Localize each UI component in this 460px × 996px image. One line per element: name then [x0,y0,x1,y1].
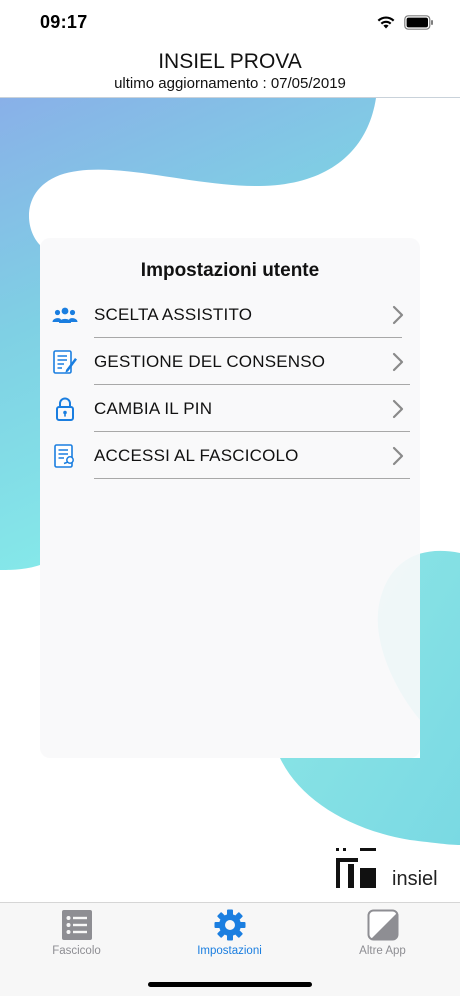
settings-card: Impostazioni utente SCELTA ASSISTITO GES… [40,238,420,758]
tab-impostazioni[interactable]: Impostazioni [153,909,306,965]
tab-label: Altre App [359,945,406,957]
tab-label: Fascicolo [52,945,101,957]
tab-fascicolo[interactable]: Fascicolo [0,909,153,965]
home-indicator [148,982,312,987]
chevron-right-icon [392,305,404,325]
status-icons [376,14,434,30]
chevron-right-icon [392,352,404,372]
people-icon [52,302,78,328]
menu-item-label: ACCESSI AL FASCICOLO [94,446,299,465]
document-access-icon [52,443,78,469]
gear-icon [214,909,245,941]
lock-icon [52,396,78,422]
tab-altre-app[interactable]: Altre App [306,909,459,965]
header: INSIEL PROVA ultimo aggiornamento : 07/0… [0,44,460,98]
document-edit-icon [52,349,78,375]
last-update-label: ultimo aggiornamento : 07/05/2019 [114,75,346,92]
status-bar: 09:17 [0,0,460,44]
divider [94,478,410,479]
tab-label: Impostazioni [197,945,262,957]
settings-menu: SCELTA ASSISTITO GESTIONE DEL CONSENSO C… [40,291,420,479]
apps-icon [367,909,398,941]
chevron-right-icon [392,399,404,419]
status-time: 09:17 [40,11,88,32]
menu-item-gestione-consenso[interactable]: GESTIONE DEL CONSENSO [40,338,420,385]
settings-title: Impostazioni utente [140,260,320,281]
menu-item-accessi-fascicolo[interactable]: ACCESSI AL FASCICOLO [40,432,420,479]
app-title: INSIEL PROVA [158,50,302,73]
insiel-logo-mark [336,848,376,888]
list-icon [61,910,92,940]
insiel-logo: insiel [336,846,446,892]
insiel-logo-text: insiel [392,868,438,890]
battery-icon [404,14,433,30]
menu-item-label: SCELTA ASSISTITO [94,305,253,324]
menu-item-label: CAMBIA IL PIN [94,399,213,418]
chevron-right-icon [392,446,404,466]
menu-item-label: GESTIONE DEL CONSENSO [94,352,326,371]
wifi-icon [377,15,395,28]
menu-item-scelta-assistito[interactable]: SCELTA ASSISTITO [40,291,420,338]
menu-item-cambia-pin[interactable]: CAMBIA IL PIN [40,385,420,432]
